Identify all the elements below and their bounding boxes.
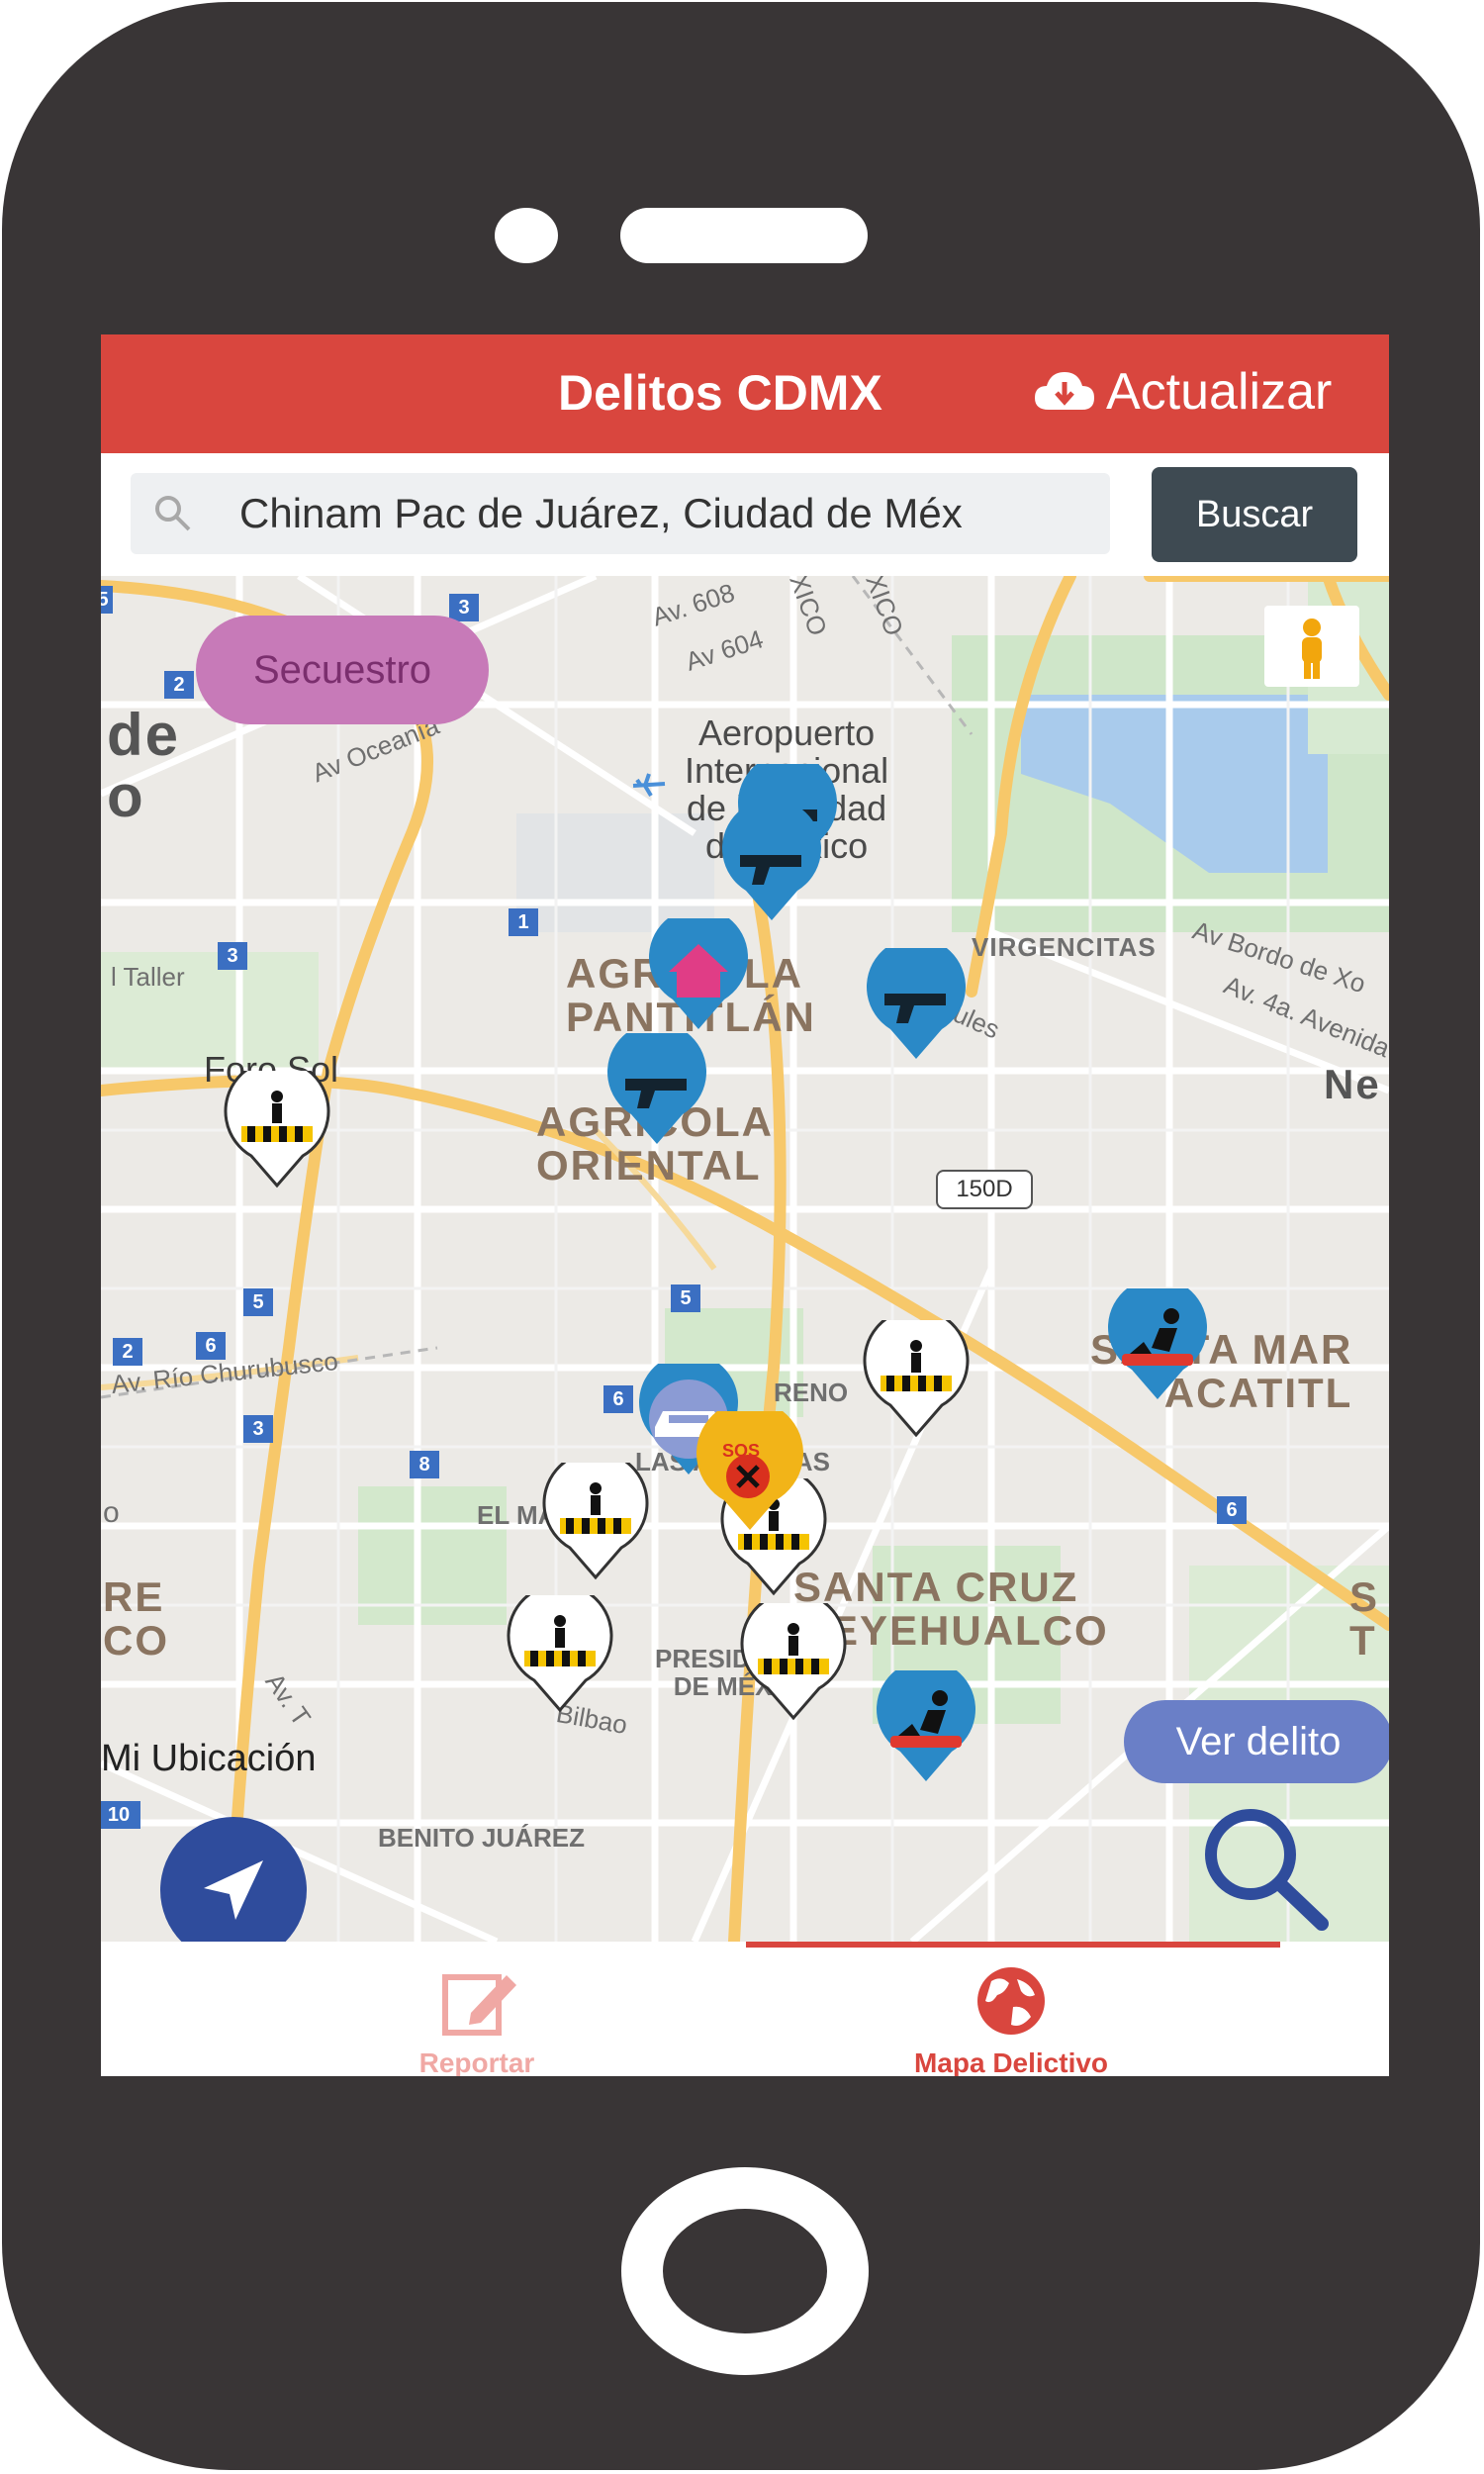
tab-mapa-label: Mapa Delictivo: [913, 2047, 1109, 2076]
search-value: Chinam Pac de Juárez, Ciudad de Méx: [239, 490, 963, 536]
search-icon: [155, 496, 191, 531]
app-title: Delitos CDMX: [558, 365, 882, 421]
pedestrian-marker[interactable]: [734, 1603, 853, 1722]
house-marker[interactable]: [641, 918, 756, 1033]
map-search-icon[interactable]: [1189, 1797, 1338, 1936]
s-t-label: ST: [1349, 1573, 1380, 1664]
pedestrian-marker[interactable]: [536, 1463, 655, 1581]
gun-marker[interactable]: [859, 948, 974, 1063]
ne-label: Ne: [1324, 1061, 1381, 1107]
speaker-slot: [620, 208, 868, 263]
my-location-button[interactable]: [160, 1817, 307, 1942]
app-header: Delitos CDMX Actualizar: [101, 334, 1389, 453]
route-shield: 2: [113, 1338, 142, 1366]
cloud-download-icon: [1035, 372, 1094, 410]
kidnapping-chip[interactable]: Secuestro: [196, 616, 489, 724]
route-shield: 3: [449, 594, 479, 621]
sos-marker[interactable]: SOS: [689, 1411, 811, 1534]
benito-juarez-label: BENITO JUÁREZ: [378, 1823, 585, 1853]
search-input[interactable]: Chinam Pac de Juárez, Ciudad de Méx: [131, 473, 1110, 554]
street-view-pegman[interactable]: [1264, 606, 1359, 687]
route-shield: 5: [671, 1285, 700, 1312]
route-shield: 10: [101, 1801, 140, 1829]
robbery-marker[interactable]: [869, 1670, 983, 1785]
de-o-label: de o: [107, 702, 181, 829]
bottom-tab-bar: Reportar Mapa Delictivo: [101, 1942, 1389, 2076]
route-shield: 6: [196, 1332, 226, 1360]
re-co-label: RE CO: [103, 1573, 169, 1664]
gun-marker[interactable]: [600, 1033, 714, 1148]
route-shield: 5: [101, 586, 113, 614]
edit-icon: [442, 1974, 516, 2036]
pegman-icon: [1302, 618, 1322, 679]
crime-map[interactable]: AeropuertoInternacionalde la Ciudadde Mé…: [101, 576, 1389, 1942]
route-shield: 1: [509, 908, 538, 936]
highway-shield-150d: 150D: [936, 1170, 1033, 1209]
pedestrian-marker[interactable]: [218, 1071, 336, 1189]
airport-icon: [632, 773, 666, 798]
search-button[interactable]: Buscar: [1152, 467, 1357, 562]
route-shield: 5: [243, 1288, 273, 1316]
gun-marker[interactable]: [714, 809, 829, 924]
tab-mapa-delictivo[interactable]: Mapa Delictivo: [793, 1942, 1229, 2076]
route-shield: 3: [218, 942, 247, 970]
globe-icon: [977, 1967, 1045, 2035]
refresh-label: Actualizar: [1106, 363, 1333, 421]
taller-label: l Taller: [111, 962, 185, 992]
pedestrian-marker[interactable]: [501, 1595, 619, 1714]
my-location-label: Mi Ubicación: [101, 1738, 317, 1779]
route-shield: 8: [410, 1451, 439, 1478]
refresh-button[interactable]: Actualizar: [1033, 362, 1332, 422]
tab-reportar-label: Reportar: [418, 2047, 535, 2076]
renov-label: RENO: [774, 1378, 849, 1407]
route-shield: 3: [243, 1415, 273, 1443]
view-crime-chip[interactable]: Ver delito: [1124, 1700, 1389, 1783]
edge-o-label: o: [103, 1496, 120, 1529]
virgencitas-label: VIRGENCITAS: [972, 932, 1157, 962]
home-button[interactable]: [621, 2167, 869, 2375]
route-shield: 2: [164, 671, 194, 699]
search-row: Chinam Pac de Juárez, Ciudad de Méx Busc…: [101, 453, 1389, 576]
route-shield: 6: [603, 1385, 633, 1413]
tab-reportar[interactable]: Reportar: [269, 1942, 685, 2076]
pedestrian-marker[interactable]: [857, 1320, 975, 1439]
robbery-marker[interactable]: [1100, 1288, 1215, 1403]
camera-dot: [495, 208, 558, 263]
app-screen: Delitos CDMX Actualizar Chinam Pac de Ju…: [101, 334, 1389, 2076]
navigation-arrow-icon: [204, 1860, 263, 1920]
phone-frame: Delitos CDMX Actualizar Chinam Pac de Ju…: [2, 2, 1480, 2470]
route-shield: 6: [1217, 1496, 1247, 1524]
